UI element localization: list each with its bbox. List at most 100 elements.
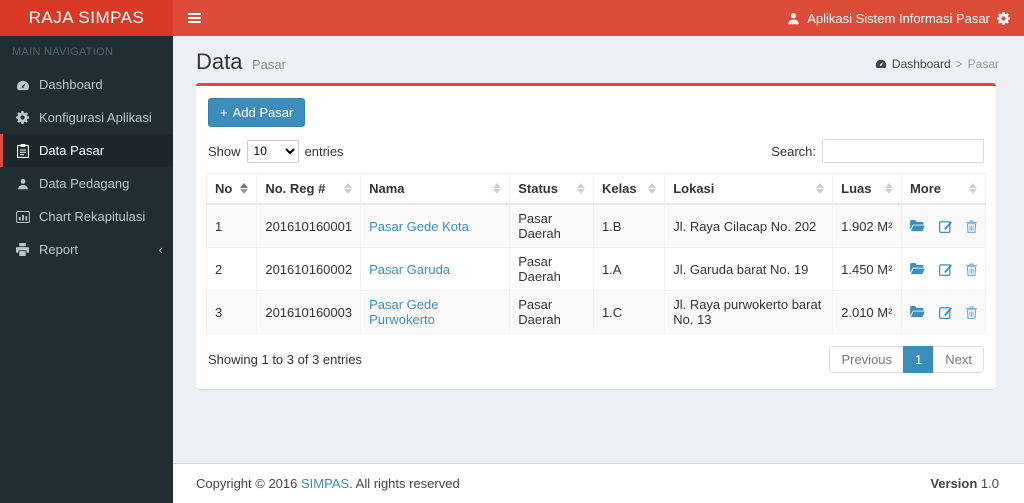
top-navbar: RAJA SIMPAS Aplikasi Sistem Informasi Pa…	[0, 0, 1024, 36]
navbar-user-label: Aplikasi Sistem Informasi Pasar	[807, 10, 990, 26]
sort-icon	[969, 183, 977, 194]
search-control: Search:	[771, 139, 984, 163]
brand-logo[interactable]: RAJA SIMPAS	[0, 0, 173, 36]
pasar-name-link[interactable]: Pasar Gede Kota	[369, 219, 469, 234]
edit-icon[interactable]	[939, 306, 952, 319]
sidebar-toggle-icon[interactable]	[173, 0, 215, 36]
sort-icon	[576, 183, 585, 194]
cell-status: Pasar Daerah	[509, 290, 594, 334]
show-label: Show	[208, 143, 241, 159]
page-footer: Copyright © 2016 SIMPAS. All rights rese…	[173, 463, 1024, 503]
sidebar-item-dashboard[interactable]: Dashboard	[0, 68, 173, 101]
cell-luas: 1.450 M²	[832, 247, 902, 291]
sort-icon	[816, 183, 825, 194]
sidebar-item-chart-rekapitulasi[interactable]: Chart Rekapitulasi	[0, 200, 173, 233]
row-actions	[910, 262, 977, 276]
navbar-main: Aplikasi Sistem Informasi Pasar	[173, 0, 1024, 36]
sidebar-item-data-pedagang[interactable]: Data Pedagang	[0, 167, 173, 200]
column-header-kelas[interactable]: Kelas	[592, 173, 666, 205]
column-header-no[interactable]: No	[205, 173, 258, 205]
cell-kelas: 1.C	[592, 290, 666, 334]
edit-icon[interactable]	[939, 220, 952, 233]
edit-icon[interactable]	[939, 263, 952, 276]
delete-trash-icon[interactable]	[965, 305, 977, 319]
sort-icon	[884, 183, 893, 194]
tachometer-icon	[875, 58, 887, 69]
breadcrumb-separator: >	[955, 56, 963, 71]
sidebar-item-report[interactable]: Report ‹	[0, 233, 173, 266]
page-title: Data	[196, 49, 243, 74]
sidebar-item-label: Konfigurasi Aplikasi	[39, 110, 152, 125]
cell-status: Pasar Daerah	[509, 203, 594, 248]
column-header-luas[interactable]: Luas	[832, 173, 902, 205]
row-actions	[910, 219, 977, 233]
pagination: Previous 1 Next	[829, 346, 984, 373]
cell-no: 2	[205, 247, 258, 291]
open-folder-icon[interactable]	[910, 263, 925, 275]
table-footer: Showing 1 to 3 of 3 entries Previous 1 N…	[206, 334, 986, 379]
printer-icon	[15, 243, 30, 256]
page-length-select[interactable]: 10	[246, 139, 299, 163]
column-header-lokasi[interactable]: Lokasi	[664, 173, 834, 205]
gear-icon	[15, 111, 30, 124]
sidebar-item-label: Chart Rekapitulasi	[39, 209, 146, 224]
page-length-control: Show 10 entries	[208, 139, 344, 163]
column-header-more[interactable]: More	[900, 173, 987, 205]
pagination-page-1-button[interactable]: 1	[903, 346, 935, 373]
column-header-status[interactable]: Status	[509, 173, 594, 205]
cell-reg: 201610160001	[256, 203, 362, 248]
content: Data Pasar Dashboard > Pasar + Add Pasar…	[173, 36, 1024, 463]
pasar-name-link[interactable]: Pasar Gede Purwokerto	[369, 297, 438, 327]
pagination-next-button[interactable]: Next	[933, 346, 984, 373]
simpas-link[interactable]: SIMPAS	[301, 476, 349, 491]
cell-reg: 201610160003	[256, 290, 362, 334]
delete-trash-icon[interactable]	[965, 262, 977, 276]
table-info: Showing 1 to 3 of 3 entries	[208, 352, 362, 367]
tachometer-icon	[15, 79, 30, 91]
content-wrapper: Data Pasar Dashboard > Pasar + Add Pasar…	[173, 36, 1024, 503]
plus-icon: +	[220, 105, 228, 120]
add-pasar-button[interactable]: + Add Pasar	[208, 98, 306, 127]
search-input[interactable]	[822, 139, 984, 163]
bar-chart-icon	[15, 210, 30, 223]
navbar-user-menu[interactable]: Aplikasi Sistem Informasi Pasar	[787, 11, 1024, 26]
page-subtitle: Pasar	[251, 57, 286, 72]
search-label: Search:	[771, 143, 816, 159]
table-controls: Show 10 entries Search:	[206, 137, 986, 173]
cell-luas: 2.010 M²	[832, 290, 902, 334]
pasar-table: No No. Reg # Nama Status Kelas Lokasi Lu…	[205, 173, 987, 334]
gear-icon[interactable]	[997, 11, 1010, 25]
sidebar-item-label: Data Pasar	[39, 143, 105, 158]
copyright-text: Copyright © 2016 SIMPAS. All rights rese…	[196, 476, 460, 491]
pasar-name-link[interactable]: Pasar Garuda	[369, 262, 450, 277]
cell-no: 1	[205, 203, 258, 248]
column-header-nama[interactable]: Nama	[360, 173, 511, 205]
open-folder-icon[interactable]	[910, 306, 925, 318]
cell-luas: 1.902 M²	[832, 203, 902, 248]
content-header: Data Pasar Dashboard > Pasar	[173, 36, 1024, 83]
user-icon	[787, 12, 800, 25]
sidebar-header: MAIN NAVIGATION	[12, 46, 114, 58]
pagination-previous-button[interactable]: Previous	[829, 346, 905, 373]
table-header-row: No No. Reg # Nama Status Kelas Lokasi Lu…	[205, 173, 987, 205]
delete-trash-icon[interactable]	[965, 219, 977, 233]
column-header-reg[interactable]: No. Reg #	[256, 173, 362, 205]
cell-lokasi: Jl. Raya Cilacap No. 202	[664, 203, 834, 248]
breadcrumb-current: Pasar	[967, 56, 999, 71]
table-row: 1 201610160001 Pasar Gede Kota Pasar Dae…	[205, 203, 987, 248]
table-body: 1 201610160001 Pasar Gede Kota Pasar Dae…	[205, 203, 987, 334]
entries-label: entries	[304, 143, 344, 159]
clipboard-icon	[15, 143, 30, 158]
sort-icon	[493, 183, 502, 194]
sidebar-item-label: Report	[39, 242, 79, 257]
sort-asc-icon	[240, 183, 249, 194]
version-text: Version 1.0	[930, 476, 999, 491]
sidebar-item-data-pasar[interactable]: Data Pasar	[0, 134, 173, 167]
open-folder-icon[interactable]	[910, 220, 925, 232]
breadcrumb-home-link[interactable]: Dashboard	[892, 57, 951, 71]
cell-kelas: 1.A	[592, 247, 666, 291]
breadcrumb: Dashboard > Pasar	[875, 57, 999, 71]
row-actions	[910, 305, 977, 319]
sidebar-item-konfigurasi-aplikasi[interactable]: Konfigurasi Aplikasi	[0, 101, 173, 134]
cell-lokasi: Jl. Raya purwokerto barat No. 13	[664, 290, 834, 334]
